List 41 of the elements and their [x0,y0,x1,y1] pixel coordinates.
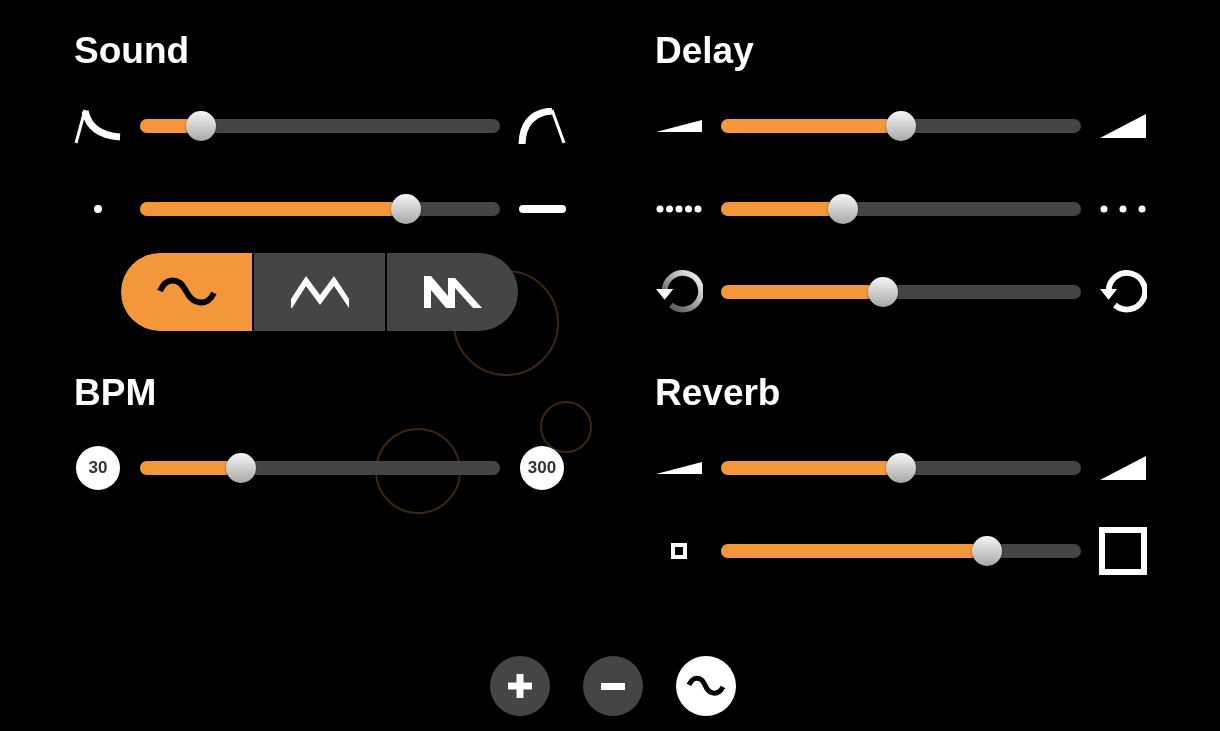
remove-button[interactable] [583,656,643,716]
large-wedge-icon [1100,455,1146,480]
slider-handle[interactable] [828,193,859,224]
decorative-ring [540,401,592,453]
slider-handle[interactable] [868,276,898,307]
faded-loop-arrow-icon [655,268,703,315]
slider-handle[interactable] [886,452,916,483]
waveform-button[interactable] [676,656,736,716]
small-wedge-icon [656,461,702,474]
section-title: Sound [74,31,190,71]
min-value-badge: 30 [76,445,120,490]
dash-icon [518,204,566,213]
loop-arrow-icon [1099,268,1147,315]
slider-handle[interactable] [391,193,422,224]
slider-handle[interactable] [972,535,1003,566]
plus-icon [508,674,532,698]
waveform-option[interactable] [387,253,518,331]
minus-icon [601,682,625,690]
add-button[interactable] [490,656,550,716]
slider-handle[interactable] [225,452,256,483]
large-wedge-icon [1100,113,1146,138]
large-square-icon [1099,526,1147,575]
sine-wave-icon [156,276,217,308]
slider-handle[interactable] [186,110,217,141]
attack-curve-icon [518,107,566,144]
dot-icon [94,204,102,213]
sine-wave-icon [687,675,725,697]
sparse-dots-icon [1100,204,1146,213]
sawtooth-wave-icon [423,276,482,308]
section-title: Reverb [655,373,781,413]
max-value-badge: 300 [520,445,564,490]
small-wedge-icon [656,119,702,132]
slider-handle[interactable] [886,110,916,141]
triangle-wave-icon [290,276,349,308]
waveform-option[interactable] [121,253,252,331]
section-title: Delay [655,31,754,71]
section-title: BPM [74,373,157,413]
waveform-option[interactable] [254,253,385,331]
dense-dots-icon [656,204,702,213]
small-square-icon [671,542,687,559]
decay-curve-icon [74,107,122,144]
